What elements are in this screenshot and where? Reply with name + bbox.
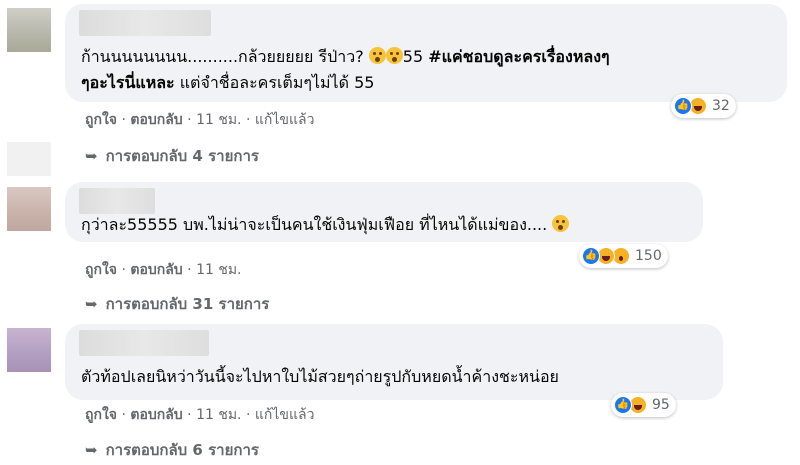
reaction-count: 95: [652, 397, 670, 413]
comment-actions: ถูกใจ · ตอบกลับ · 11 ชม.: [85, 259, 242, 281]
reaction-summary[interactable]: 👍 150: [579, 244, 668, 268]
separator-dot: ·: [121, 262, 126, 278]
reply-button[interactable]: ตอบกลับ: [130, 407, 182, 423]
view-replies-link[interactable]: ➥ การตอบกลับ 6 รายการ: [85, 438, 259, 462]
astonished-emoji-icon: [368, 47, 386, 64]
comment-text-part: 55: [402, 47, 424, 66]
reaction-count: 150: [635, 248, 662, 264]
replies-label: การตอบกลับ 31 รายการ: [105, 295, 270, 313]
avatar[interactable]: [7, 187, 51, 231]
comment-bubble: ก้านนนนนนนน..........กล้วยยยยย รีป่าว? 5…: [65, 4, 787, 102]
separator-dot: ·: [187, 112, 192, 128]
astonished-emoji-icon: [552, 215, 570, 232]
reaction-count: 32: [712, 98, 730, 114]
like-button[interactable]: ถูกใจ: [85, 262, 117, 278]
commenter-name-blurred[interactable]: [79, 330, 209, 356]
reaction-summary[interactable]: 👍 32: [671, 94, 736, 118]
separator-dot: ·: [121, 407, 126, 423]
separator-dot: ·: [187, 262, 192, 278]
comment-text: ตัวท้อปเลยนิหว่าวันนี้จะไปหาใบไม้สวยๆถ่า…: [81, 364, 559, 390]
comment-text: กุว่าละ55555 บพ.ไม่น่าจะเป็นคนใช้เงินฟุ่…: [81, 212, 570, 238]
commenter-name-blurred[interactable]: [79, 188, 155, 214]
avatar[interactable]: [7, 328, 51, 372]
separator-dot: ·: [121, 112, 126, 128]
like-button[interactable]: ถูกใจ: [85, 407, 117, 423]
reply-arrow-icon: ➥: [85, 441, 98, 459]
view-replies-link[interactable]: ➥ การตอบกลับ 4 รายการ: [85, 144, 259, 168]
reply-arrow-icon: ➥: [85, 295, 98, 313]
like-reaction-icon: 👍: [614, 396, 632, 414]
timestamp[interactable]: 11 ชม.: [196, 262, 241, 278]
replies-label: การตอบกลับ 6 รายการ: [105, 441, 259, 459]
reply-button[interactable]: ตอบกลับ: [130, 112, 182, 128]
avatar[interactable]: [7, 8, 51, 52]
comment-text: ก้านนนนนนนน..........กล้วยยยยย รีป่าว? 5…: [81, 44, 610, 96]
reply-button[interactable]: ตอบกลับ: [130, 262, 182, 278]
reply-arrow-icon: ➥: [85, 147, 98, 165]
comment-bubble: ตัวท้อปเลยนิหว่าวันนี้จะไปหาใบไม้สวยๆถ่า…: [65, 324, 723, 400]
comment-actions: ถูกใจ · ตอบกลับ · 11 ชม. · แก้ไขแล้ว: [85, 404, 314, 426]
comment-text-part: แต่จำชื่อละครเต็มๆไม่ได้ 55: [179, 73, 375, 92]
separator-dot: ·: [245, 407, 251, 423]
astonished-emoji-icon: [385, 47, 403, 64]
like-reaction-icon: 👍: [582, 247, 600, 265]
comment-bubble: กุว่าละ55555 บพ.ไม่น่าจะเป็นคนใช้เงินฟุ่…: [65, 182, 703, 242]
comment-text-part: ตัวท้อปเลยนิหว่าวันนี้จะไปหาใบไม้สวยๆถ่า…: [81, 367, 559, 386]
separator-dot: ·: [187, 407, 192, 423]
timestamp[interactable]: 11 ชม.: [196, 407, 241, 423]
view-replies-link[interactable]: ➥ การตอบกลับ 31 รายการ: [85, 292, 269, 316]
reaction-summary[interactable]: 👍 95: [611, 393, 676, 417]
avatar-placeholder: [7, 142, 51, 176]
comment-text-part: กุว่าละ55555 บพ.ไม่น่าจะเป็นคนใช้เงินฟุ่…: [81, 215, 548, 234]
comment-actions: ถูกใจ · ตอบกลับ · 11 ชม. · แก้ไขแล้ว: [85, 109, 314, 131]
edited-label[interactable]: แก้ไขแล้ว: [255, 112, 315, 128]
timestamp[interactable]: 11 ชม.: [196, 112, 241, 128]
replies-label: การตอบกลับ 4 รายการ: [105, 147, 259, 165]
like-button[interactable]: ถูกใจ: [85, 112, 117, 128]
edited-label[interactable]: แก้ไขแล้ว: [255, 407, 315, 423]
comment-text-part: ก้านนนนนนนน..........กล้วยยยยย รีป่าว?: [81, 47, 364, 66]
hashtag-link[interactable]: ๆอะไรนี่แหละ: [81, 73, 175, 92]
hashtag-link[interactable]: #แค่ชอบดูละครเรื่องหลงๆ: [428, 47, 609, 66]
like-reaction-icon: 👍: [674, 97, 692, 115]
commenter-name-blurred[interactable]: [79, 10, 211, 36]
separator-dot: ·: [245, 112, 251, 128]
